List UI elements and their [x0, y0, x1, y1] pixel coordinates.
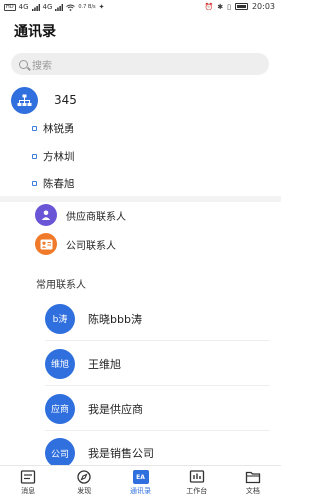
search-icon [19, 59, 28, 69]
group-company[interactable]: 公司联系人 [35, 232, 116, 256]
bottom-tab-bar: 消息 发现 EA 通讯录 工作台 文档 [0, 465, 281, 500]
tab-workbench[interactable]: 工作台 [169, 466, 225, 500]
status-right: ⏰ ✱ ▯ 20:03 [204, 2, 275, 11]
supplier-contact-icon [35, 204, 57, 226]
speed-label: 0.7 B/s [78, 4, 96, 10]
tab-label: 通讯录 [130, 487, 151, 495]
tab-contacts[interactable]: EA 通讯录 [112, 466, 168, 500]
group-label: 供应商联系人 [66, 211, 126, 223]
contact-name: 我是销售公司 [88, 447, 154, 460]
tab-label: 文档 [245, 487, 260, 495]
alarm-icon: ⏰ [204, 2, 214, 11]
tab-documents[interactable]: 文档 [225, 466, 281, 500]
search-placeholder: 搜索 [32, 60, 52, 72]
contact-row[interactable]: 应商 我是供应商 [45, 387, 270, 431]
member-name: 林锐勇 [43, 122, 75, 135]
org-chart-icon [11, 86, 38, 114]
tab-label: 发现 [77, 487, 92, 495]
group-label: 公司联系人 [66, 240, 116, 252]
notification-icon: ✦ [98, 3, 105, 11]
avatar: 应商 [45, 393, 75, 424]
group-suppliers[interactable]: 供应商联系人 [35, 203, 126, 227]
avatar: b涛 [45, 303, 75, 334]
company-contact-icon [35, 233, 57, 255]
clock: 20:03 [251, 2, 275, 11]
tab-messages[interactable]: 消息 [0, 466, 56, 500]
org-row[interactable]: 345 [11, 86, 271, 114]
message-icon [20, 470, 36, 484]
frequent-contacts-title: 常用联系人 [36, 280, 86, 291]
member-item[interactable]: 林锐勇 [32, 118, 75, 138]
contact-name: 王维旭 [88, 357, 121, 371]
signal-label-1: 4G [18, 3, 29, 11]
page-title: 通讯录 [14, 24, 56, 40]
member-dot-icon [32, 125, 37, 131]
contact-row[interactable]: b涛 陈晓bbb涛 [45, 297, 270, 341]
bluetooth-icon: ✱ [217, 2, 224, 11]
tab-discover[interactable]: 发现 [56, 466, 112, 500]
status-left: HD 4G 4G 0.7 B/s ✦ [4, 3, 105, 11]
battery-icon [234, 3, 248, 10]
workbench-icon [189, 470, 204, 483]
avatar: 维旭 [45, 348, 75, 379]
contact-name: 我是供应商 [88, 402, 143, 416]
member-name: 方林圳 [43, 150, 75, 163]
signal-icon-2 [55, 3, 64, 11]
org-name: 345 [54, 93, 77, 107]
section-divider [0, 196, 281, 202]
signal-label-2: 4G [42, 3, 53, 11]
status-bar: HD 4G 4G 0.7 B/s ✦ ⏰ ✱ ▯ 20:03 [0, 0, 281, 16]
member-name: 陈春旭 [43, 177, 75, 190]
vibrate-icon: ▯ [227, 2, 231, 11]
contacts-icon: EA [132, 470, 149, 484]
tab-label: 消息 [21, 487, 36, 495]
search-input[interactable]: 搜索 [11, 53, 269, 75]
member-item[interactable]: 方林圳 [32, 146, 75, 166]
contact-name: 陈晓bbb涛 [88, 312, 142, 326]
member-dot-icon [32, 153, 37, 159]
member-dot-icon [32, 180, 37, 186]
hd-indicator: HD [4, 3, 16, 11]
compass-icon [77, 470, 91, 484]
folder-icon [245, 471, 261, 484]
wifi-icon [66, 4, 76, 11]
avatar: 公司 [45, 438, 75, 468]
signal-icon [31, 3, 40, 11]
contact-row[interactable]: 维旭 王维旭 [45, 342, 270, 386]
member-item[interactable]: 陈春旭 [32, 173, 75, 193]
tab-label: 工作台 [186, 487, 208, 495]
